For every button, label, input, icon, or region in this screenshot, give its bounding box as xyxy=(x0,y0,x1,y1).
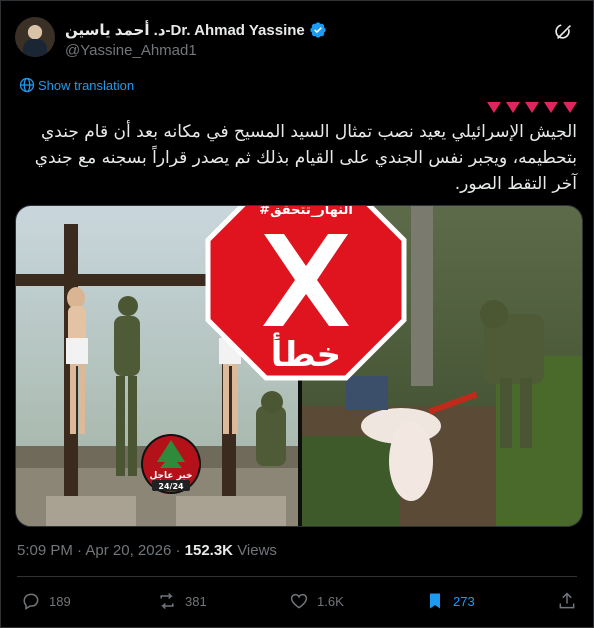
action-bar: 189 381 1.6K 273 xyxy=(17,591,577,619)
like-icon xyxy=(290,593,308,609)
reply-icon xyxy=(23,593,39,610)
show-translation-link[interactable]: Show translation xyxy=(38,78,134,93)
heart-icon xyxy=(563,102,577,113)
tweet-media[interactable]: خبر عاجل 24/24 #النهار_تتحقق خطأ xyxy=(15,205,583,527)
tweet-text: الجيش الإسرائيلي يعيد نصب تمثال السيد ال… xyxy=(34,122,577,194)
verified-badge-icon xyxy=(310,22,326,38)
heart-emojis xyxy=(487,102,577,114)
author-avatar[interactable] xyxy=(15,17,55,57)
author-name-row[interactable]: د. أحمد ياسين-Dr. Ahmad Yassine xyxy=(65,21,327,39)
author-handle[interactable]: @Yassine_Ahmad1 xyxy=(65,42,197,59)
tweet-time[interactable]: 5:09 PM xyxy=(17,542,73,559)
author-display-name[interactable]: د. أحمد ياسين-Dr. Ahmad Yassine xyxy=(65,21,305,39)
like-button[interactable]: 1.6K xyxy=(289,591,344,611)
share-button[interactable] xyxy=(557,591,577,611)
share-icon xyxy=(559,592,575,609)
tweet-meta: 5:09 PM · Apr 20, 2026 · 152.3K Views xyxy=(17,542,277,559)
like-count: 1.6K xyxy=(317,593,344,609)
repost-count: 381 xyxy=(185,593,207,609)
tweet-card: د. أحمد ياسين-Dr. Ahmad Yassine @Yassine… xyxy=(0,0,594,628)
breaking-news-sub: 24/24 xyxy=(158,482,184,491)
heart-icon xyxy=(525,102,539,113)
tweet-header: د. أحمد ياسين-Dr. Ahmad Yassine @Yassine… xyxy=(15,15,579,63)
bookmark-button[interactable]: 273 xyxy=(425,591,475,611)
grok-icon[interactable] xyxy=(553,21,575,43)
stamp-verdict: خطأ xyxy=(271,332,341,375)
heart-icon xyxy=(506,102,520,113)
reply-count: 189 xyxy=(49,593,71,609)
bookmark-icon xyxy=(430,593,440,609)
breaking-news-badge: خبر عاجل 24/24 xyxy=(141,434,201,494)
tweet-date[interactable]: Apr 20, 2026 xyxy=(85,542,171,559)
reply-button[interactable]: 189 xyxy=(21,591,71,611)
repost-icon xyxy=(160,592,174,610)
heart-icon xyxy=(487,102,501,113)
repost-button[interactable]: 381 xyxy=(157,591,207,611)
breaking-news-label: خبر عاجل xyxy=(150,471,193,481)
views-label: Views xyxy=(237,542,277,559)
divider xyxy=(17,576,577,577)
bookmark-count: 273 xyxy=(453,593,475,609)
globe-icon xyxy=(19,77,35,93)
fact-check-stamp: #النهار_تتحقق خطأ xyxy=(205,206,407,381)
heart-icon xyxy=(544,102,558,113)
stamp-tag: #النهار_تتحقق xyxy=(259,206,353,218)
media-image[interactable]: خبر عاجل 24/24 #النهار_تتحقق خطأ xyxy=(16,206,583,527)
views-count[interactable]: 152.3K xyxy=(185,542,233,559)
